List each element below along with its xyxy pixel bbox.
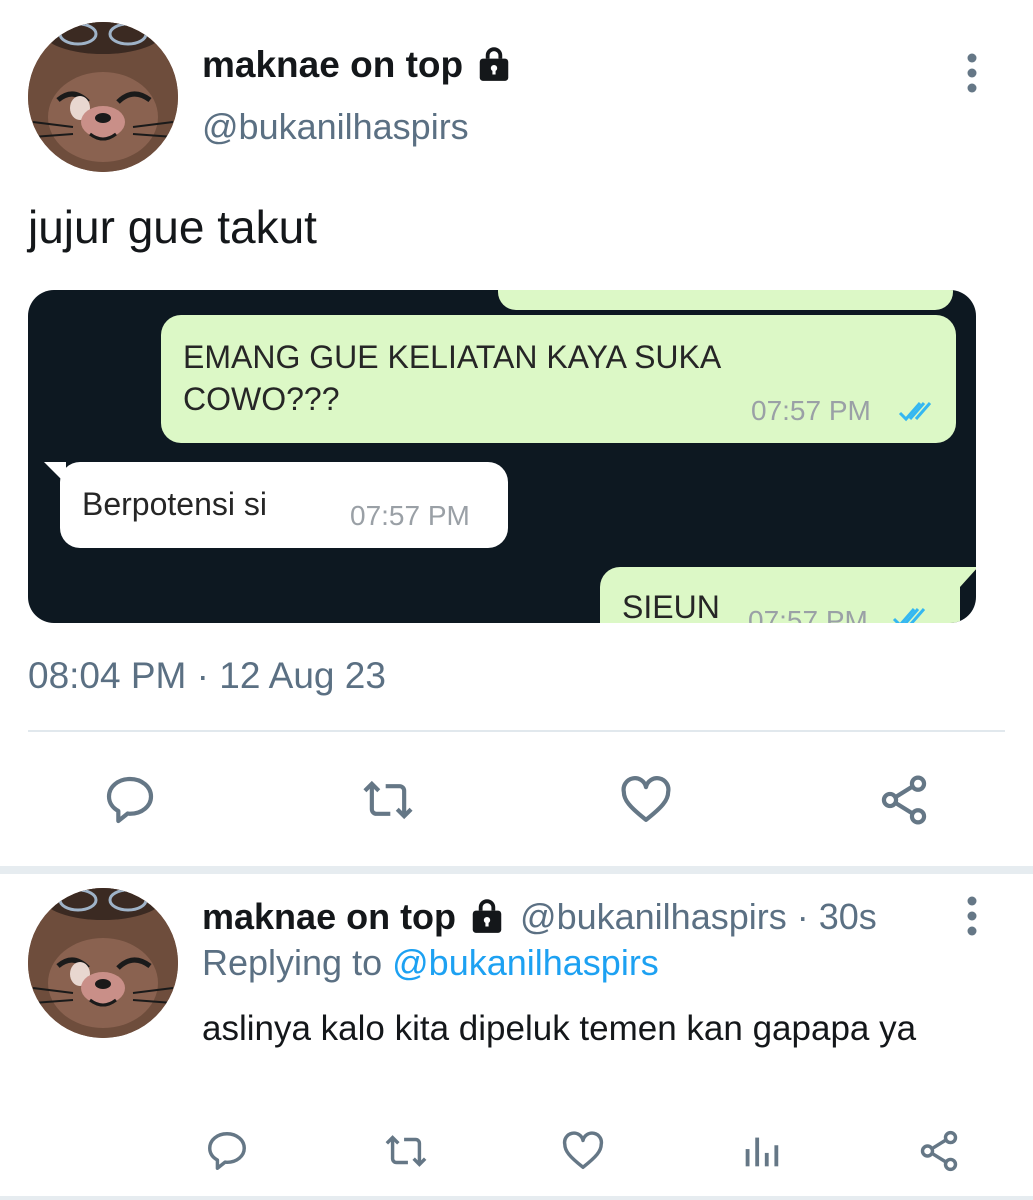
share-button[interactable] — [872, 770, 936, 830]
like-icon — [562, 1131, 604, 1170]
reply-icon — [208, 1132, 246, 1170]
replying-to-link[interactable]: @bukanilhaspirs — [392, 942, 659, 983]
double-check-read-icon — [892, 608, 926, 623]
chat-bubble-tail — [44, 462, 66, 484]
double-check-read-icon — [898, 402, 932, 422]
avatar[interactable] — [28, 22, 178, 172]
like-button[interactable] — [556, 1126, 610, 1176]
tweet-timestamp: 08:04 PM · 12 Aug 23 — [28, 655, 386, 696]
display-name: maknae on top — [202, 896, 457, 937]
chat-bubble-outgoing: EMANG GUE KELIATAN KAYA SUKA COWO??? 07:… — [161, 315, 956, 443]
handle-and-time: @bukanilhaspirs · 30s — [520, 896, 877, 937]
share-button[interactable] — [912, 1126, 966, 1176]
display-name: maknae on top — [202, 44, 464, 85]
like-icon — [621, 776, 671, 822]
tweet-separator — [0, 866, 1033, 874]
chat-message-text: EMANG GUE KELIATAN KAYA SUKA — [183, 339, 722, 375]
retweet-icon — [385, 1135, 427, 1167]
analytics-button[interactable] — [734, 1126, 788, 1176]
like-button[interactable] — [614, 770, 678, 830]
divider — [28, 730, 1005, 732]
chat-bubble-tail — [960, 567, 976, 587]
chat-message-time: 07:57 PM — [350, 500, 470, 531]
avatar[interactable] — [28, 888, 178, 1038]
reply-icon — [106, 776, 154, 824]
more-options-icon[interactable] — [962, 50, 982, 100]
reply-button[interactable] — [200, 1126, 254, 1176]
more-options-icon[interactable] — [962, 893, 982, 943]
bottom-divider — [0, 1196, 1033, 1200]
replying-to-label: Replying to — [202, 942, 383, 983]
share-icon — [920, 1130, 958, 1172]
embedded-chat-image[interactable]: EMANG GUE KELIATAN KAYA SUKA COWO??? 07:… — [28, 290, 976, 623]
retweet-button[interactable] — [378, 1126, 434, 1176]
chat-message-time: 07:57 PM — [751, 395, 871, 426]
replying-to: Replying to @bukanilhaspirs — [202, 942, 659, 984]
lock-icon — [472, 899, 502, 933]
chat-bubble-partial — [498, 290, 953, 310]
reply-button[interactable] — [98, 770, 162, 830]
share-icon — [881, 775, 927, 825]
reply-header[interactable]: maknae on top @bukanilhaspirs · 30s — [202, 896, 877, 938]
retweet-icon — [363, 780, 413, 820]
tweet-text: jujur gue takut — [28, 201, 317, 253]
analytics-icon — [745, 1137, 779, 1167]
chat-message-time: 07:57 PM — [748, 605, 868, 623]
handle[interactable]: @bukanilhaspirs — [202, 106, 469, 148]
chat-message-text: Berpotensi si — [82, 486, 267, 522]
retweet-button[interactable] — [354, 770, 422, 830]
chat-bubble-incoming: Berpotensi si 07:57 PM — [60, 462, 508, 548]
lock-icon — [479, 47, 509, 81]
reply-text: aslinya kalo kita dipeluk temen kan gapa… — [202, 1009, 917, 1048]
chat-message-text: SIEUN — [622, 589, 720, 623]
chat-message-text: COWO??? — [183, 381, 340, 417]
chat-bubble-outgoing: SIEUN 07:57 PM — [600, 567, 960, 623]
display-name-row[interactable]: maknae on top — [202, 44, 513, 86]
